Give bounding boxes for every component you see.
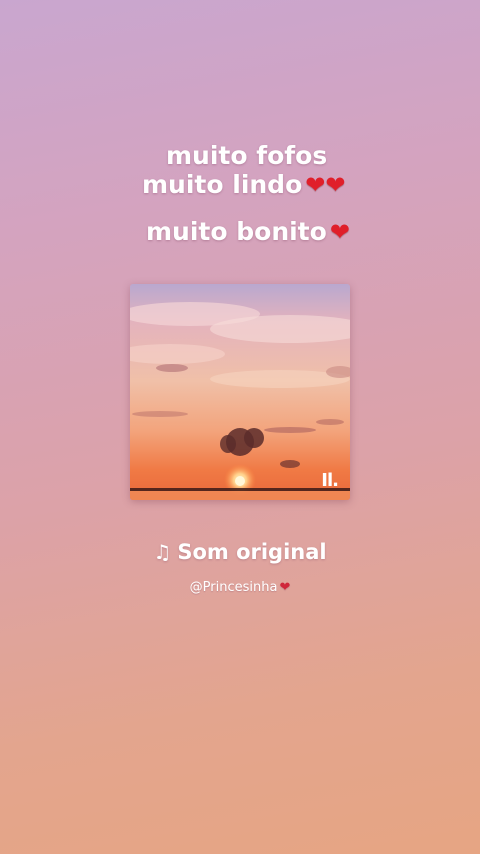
- music-note-icon: ♫: [153, 540, 172, 564]
- caption-line-3: muito bonito ❤: [146, 219, 350, 244]
- sound-author-text: @Princesinha: [189, 580, 278, 595]
- caption-text: muito bonito: [146, 217, 327, 246]
- caption-line-1: muito fofos: [166, 143, 327, 168]
- caption-text: muito fofos: [166, 141, 328, 170]
- sound-cover-image[interactable]: Il.: [130, 284, 350, 500]
- sound-bars-icon: Il.: [321, 470, 339, 491]
- heart-icon: ❤: [329, 218, 350, 246]
- caption-text: muito lindo: [142, 170, 303, 199]
- sound-title-text: Som original: [177, 540, 327, 564]
- sunset-image: [130, 284, 350, 500]
- heart-icon: ❤❤: [305, 171, 346, 199]
- sound-title[interactable]: ♫ Som original: [0, 540, 480, 564]
- sound-author[interactable]: @Princesinha ❤: [0, 580, 480, 595]
- heart-icon: ❤: [279, 580, 291, 595]
- caption-line-2: muito lindo ❤❤: [142, 172, 345, 197]
